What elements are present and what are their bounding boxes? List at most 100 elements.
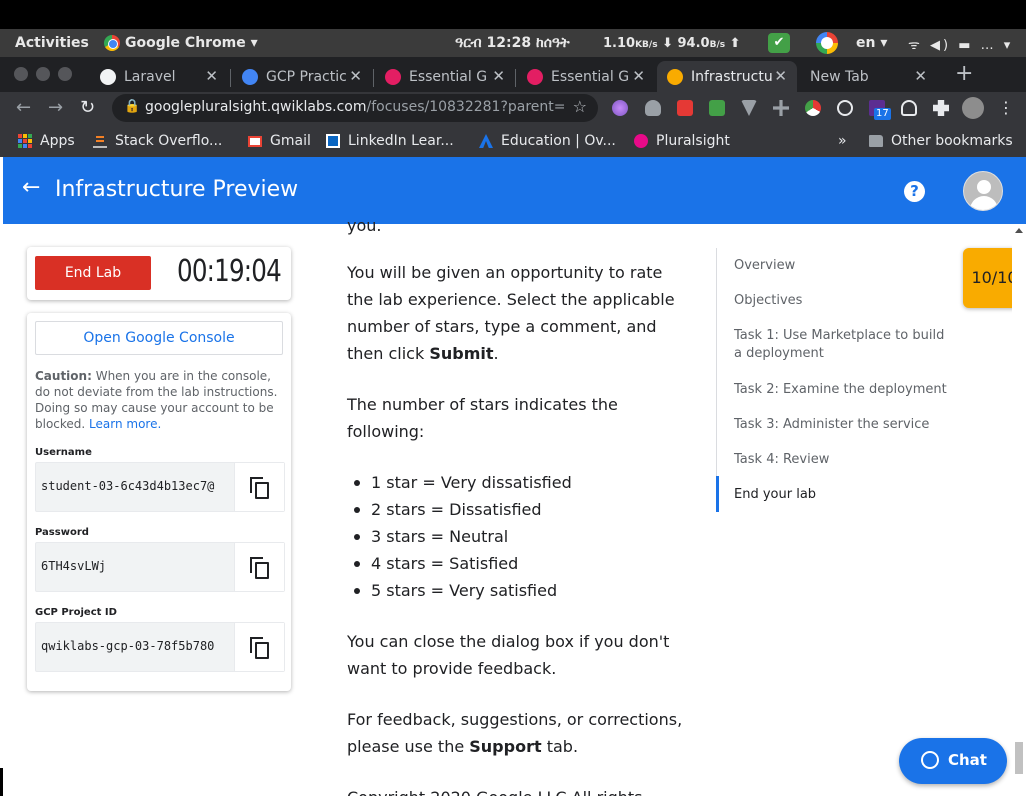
tab-close-icon[interactable]: ✕ <box>492 67 505 85</box>
list-item: 2 stars = Dissatisfied <box>347 496 687 523</box>
learn-more-link[interactable]: Learn more. <box>89 417 161 431</box>
puzzle-extensions-icon[interactable] <box>933 100 949 116</box>
toc-item-task2[interactable]: Task 2: Examine the deployment <box>734 381 949 399</box>
extension-icon[interactable] <box>612 100 628 116</box>
password-label: Password <box>35 527 89 538</box>
toc-item-objectives[interactable]: Objectives <box>734 292 949 310</box>
tab-separator <box>373 69 374 87</box>
toc-item-task3[interactable]: Task 3: Administer the service <box>734 416 949 434</box>
lab-page: End Lab 00:19:04 Open Google Console Cau… <box>0 216 1026 796</box>
copy-icon <box>250 477 270 499</box>
copy-icon <box>250 557 270 579</box>
avatar[interactable] <box>963 171 1003 211</box>
toc-item-overview[interactable]: Overview <box>734 257 949 275</box>
browser-tab[interactable]: Essential G ✕ <box>517 61 655 92</box>
vue-extension-icon[interactable] <box>741 100 757 116</box>
activities-button[interactable]: Activities <box>15 35 89 51</box>
browser-tab[interactable]: Infrastructu ✕ <box>657 61 797 92</box>
system-menu[interactable]: ᯤ ◀) ▬ … ▾ <box>908 35 1013 53</box>
app-menu[interactable]: Google Chrome ▾ <box>104 35 258 51</box>
chat-label: Chat <box>948 751 987 769</box>
lab-timer: 00:19:04 <box>177 254 282 289</box>
tab-separator <box>230 69 231 87</box>
end-lab-button[interactable]: End Lab <box>35 256 151 290</box>
app-menu-label: Google Chrome ▾ <box>125 35 258 51</box>
browser-tab[interactable]: New Tab ✕ <box>797 61 937 92</box>
username-field[interactable]: student-03-6c43d4b13ec7@ <box>35 462 285 512</box>
password-field[interactable]: 6TH4svLWj <box>35 542 285 592</box>
toc-item-task4[interactable]: Task 4: Review <box>734 451 949 469</box>
address-bar[interactable]: 🔒 googlepluralsight.qwiklabs.com/focuses… <box>112 94 598 122</box>
bookmark-gmail[interactable]: Gmail <box>248 133 311 149</box>
list-item: 3 stars = Neutral <box>347 523 687 550</box>
chrome-icon <box>104 35 120 51</box>
download-extension-icon[interactable] <box>709 100 725 116</box>
video-extension-icon[interactable] <box>677 100 693 116</box>
forward-arrow-icon[interactable]: → <box>48 97 63 118</box>
tab-close-icon[interactable]: ✕ <box>349 67 362 85</box>
bulb-extension-icon[interactable] <box>901 100 917 116</box>
circle-extension-icon[interactable] <box>837 100 853 116</box>
plus-extension-icon[interactable] <box>773 100 789 116</box>
back-arrow-icon[interactable]: ← <box>22 175 40 200</box>
open-console-button[interactable]: Open Google Console <box>35 321 283 355</box>
tab-title: Essential G <box>409 68 488 85</box>
bookmark-pluralsight[interactable]: Pluralsight <box>634 133 730 149</box>
tab-close-icon[interactable]: ✕ <box>205 67 218 85</box>
color-extension-icon[interactable] <box>805 100 821 116</box>
page-scrollbar[interactable] <box>1012 224 1026 796</box>
chat-button[interactable]: Chat <box>899 738 1007 784</box>
scrollbar-thumb[interactable] <box>1015 742 1023 774</box>
project-id-field[interactable]: qwiklabs-gcp-03-78f5b780 <box>35 622 285 672</box>
copy-username-button[interactable] <box>234 463 284 511</box>
project-id-value[interactable]: qwiklabs-gcp-03-78f5b780 <box>41 639 233 653</box>
feedback-tail: tab. <box>541 737 579 756</box>
bookmark-education[interactable]: Education | Ov... <box>479 133 616 149</box>
bookmark-star-icon[interactable]: ☆ <box>573 97 587 116</box>
check-icon[interactable]: ✔ <box>768 33 790 53</box>
google-icon[interactable] <box>816 32 838 54</box>
tab-close-icon[interactable]: ✕ <box>774 67 787 85</box>
gmail-icon <box>248 135 262 147</box>
browser-tab[interactable]: Essential G ✕ <box>375 61 515 92</box>
tab-close-icon[interactable]: ✕ <box>914 67 927 85</box>
bookmark-linkedin[interactable]: LinkedIn Lear... <box>326 133 454 149</box>
lock-icon[interactable]: 🔒 <box>124 99 140 114</box>
tab-title: Infrastructu <box>691 68 773 85</box>
browser-tab[interactable]: GCP Practic ✕ <box>232 61 372 92</box>
username-value[interactable]: student-03-6c43d4b13ec7@ <box>41 479 233 493</box>
copy-icon <box>250 637 270 659</box>
copy-password-button[interactable] <box>234 543 284 591</box>
password-value[interactable]: 6TH4svLWj <box>41 559 233 573</box>
os-top-panel: Activities Google Chrome ▾ ዓርብ 12:28 ከሰዓ… <box>0 29 1026 57</box>
profile-avatar-icon[interactable] <box>962 97 984 119</box>
tab-close-icon[interactable]: ✕ <box>632 67 645 85</box>
caution-label: Caution: <box>35 369 92 383</box>
back-arrow-icon[interactable]: ← <box>16 97 31 118</box>
language-menu[interactable]: en ▾ <box>856 35 887 51</box>
toc-item-task1[interactable]: Task 1: Use Marketplace to build a deplo… <box>734 327 949 363</box>
badge-extension-icon[interactable]: 17 <box>869 100 891 120</box>
url-path: /focuses/10832281?parent=lti_... <box>366 99 566 115</box>
tab-favicon-icon <box>242 68 258 85</box>
avatar-head <box>977 180 991 194</box>
minimize-window-button[interactable] <box>36 67 50 81</box>
browser-tab[interactable]: Laravel ✕ <box>90 61 228 92</box>
more-bookmarks-button[interactable]: » <box>838 133 847 149</box>
copyright-clipped: Copyright 2020 Google LLC All rights <box>347 784 687 796</box>
scroll-up-icon[interactable] <box>1015 228 1023 233</box>
close-window-button[interactable] <box>14 67 28 81</box>
new-tab-button[interactable]: + <box>955 61 973 86</box>
menu-kebab-icon[interactable]: ⋮ <box>998 98 1014 117</box>
bookmark-stackoverflow[interactable]: Stack Overflo... <box>93 133 222 149</box>
help-icon[interactable]: ? <box>904 181 925 202</box>
other-bookmarks-folder[interactable]: Other bookmarks <box>869 133 1013 149</box>
copy-project-id-button[interactable] <box>234 623 284 671</box>
reload-icon[interactable]: ↻ <box>80 97 95 118</box>
maximize-window-button[interactable] <box>58 67 72 81</box>
bookmark-apps[interactable]: Apps <box>18 133 75 149</box>
url-text[interactable]: googlepluralsight.qwiklabs.com/focuses/1… <box>145 99 565 115</box>
clock[interactable]: ዓርብ 12:28 ከሰዓት <box>455 35 570 51</box>
shield-extension-icon[interactable] <box>645 100 661 116</box>
toc-item-end-lab[interactable]: End your lab <box>734 486 949 504</box>
